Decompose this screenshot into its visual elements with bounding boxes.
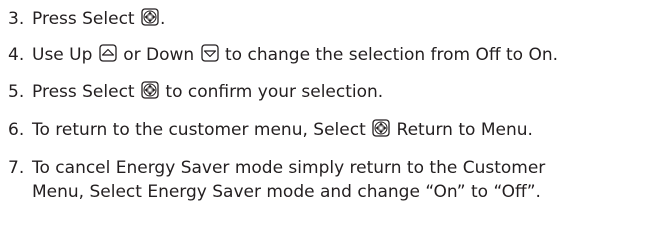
step-text: Use Up or Down to change the selection f…	[32, 43, 558, 67]
step-text-line: Menu, Select Energy Saver mode and chang…	[32, 182, 541, 202]
step-number: 6.	[8, 120, 25, 140]
step-text-part: .	[160, 9, 166, 29]
up-button-icon	[99, 44, 117, 62]
step-number: 3.	[8, 9, 25, 29]
step-number: 4.	[8, 45, 25, 65]
select-button-icon	[141, 8, 159, 26]
step-text: To cancel Energy Saver mode simply retur…	[32, 156, 545, 204]
step-text-part: Press Select	[32, 9, 135, 29]
step-text-part: Return to Menu.	[396, 120, 533, 140]
step-text-part: Use Up	[32, 45, 93, 65]
step-text-part: to change the selection from Off to On.	[225, 45, 559, 65]
step-text-part: Press Select	[32, 82, 135, 102]
select-button-icon	[141, 81, 159, 99]
step-text-part: To return to the customer menu, Select	[32, 120, 366, 140]
step-number: 5.	[8, 82, 25, 102]
step-number: 7.	[8, 158, 25, 178]
down-button-icon	[200, 44, 219, 62]
step-text: Press Select to confirm your selection.	[32, 80, 383, 104]
step-text-line: To cancel Energy Saver mode simply retur…	[32, 158, 546, 178]
select-button-icon	[372, 119, 390, 137]
step-text-part: or Down	[123, 45, 195, 65]
step-text: To return to the customer menu, Select R…	[32, 118, 533, 142]
step-text-part: to confirm your selection.	[165, 82, 384, 102]
step-text: Press Select .	[32, 7, 165, 31]
